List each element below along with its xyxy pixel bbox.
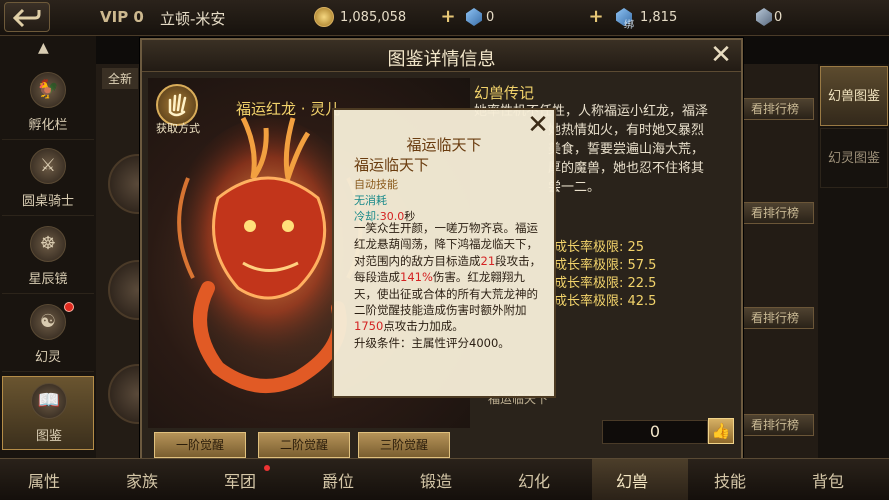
sidebar-item-label: 孵化栏 xyxy=(28,118,68,133)
sidebar-item-label: 星辰镜 xyxy=(28,272,68,287)
skill-tooltip: 福运临天下 ✕ 福运临天下 自动技能 无消耗 冷却:30.0秒 一笑众生开颜，一… xyxy=(332,108,556,398)
mirror-icon: ☸ xyxy=(30,226,66,262)
sidebar-item-hatch[interactable]: 🐓 孵化栏 xyxy=(2,66,94,140)
damage-percent: 141% xyxy=(400,270,433,285)
growth-limit: 成长率极限: 57.5 xyxy=(554,258,657,273)
nav-forge[interactable]: 锻造 xyxy=(420,468,452,492)
growth-limit: 成长率极限: 25 xyxy=(554,240,645,255)
nav-title[interactable]: 爵位 xyxy=(322,468,354,492)
nav-beast[interactable]: 幻兽 xyxy=(616,468,648,492)
hand-icon xyxy=(168,93,187,117)
nav-skills[interactable]: 技能 xyxy=(714,468,746,492)
sidebar-item-spirit[interactable]: ☯ 幻灵 xyxy=(2,298,94,372)
modal-header: 图鉴详情信息 ✕ xyxy=(142,40,741,72)
lore-title: 幻兽传记 xyxy=(474,84,535,102)
skill-description: 一笑众生开颜，一嗟万物齐哀。福运红龙悬葫闯荡，降下鸿福龙临天下，对范围内的敌方目… xyxy=(354,220,542,351)
scroll-up-icon[interactable]: ▲ xyxy=(38,40,49,56)
like-button[interactable]: 👍 xyxy=(708,418,734,444)
gem-amount: 0 xyxy=(486,10,495,25)
awaken-tier-1-button[interactable]: 一阶觉醒 xyxy=(154,432,246,458)
sidebar-item-label: 幻灵 xyxy=(34,350,61,365)
tab-spirit-codex[interactable]: 幻灵图鉴 xyxy=(820,128,888,188)
right-tabs: 幻兽图鉴 幻灵图鉴 xyxy=(818,64,889,458)
nav-bag[interactable]: 背包 xyxy=(812,468,844,492)
tab-beast-codex[interactable]: 幻兽图鉴 xyxy=(820,66,888,126)
spirit-mask-icon: ☯ xyxy=(30,304,66,340)
crystal-icon xyxy=(756,8,772,26)
sidebar-item-label: 图鉴 xyxy=(35,429,62,444)
awaken-tier-2-button[interactable]: 二阶觉醒 xyxy=(258,432,350,458)
bonus-attack: 1750 xyxy=(354,319,384,334)
nav-attributes[interactable]: 属性 xyxy=(28,468,60,492)
rank-button[interactable]: 看排行榜 xyxy=(736,98,814,120)
segment-count: 21 xyxy=(480,253,496,268)
bound-tag: 绑 xyxy=(624,20,634,31)
notification-dot xyxy=(64,302,74,312)
growth-limit: 成长率极限: 42.5 xyxy=(554,294,657,309)
nav-family[interactable]: 家族 xyxy=(126,468,158,492)
acquire-method-label: 获取方式 xyxy=(156,122,200,135)
nav-transform[interactable]: 幻化 xyxy=(518,468,550,492)
rank-button[interactable]: 看排行榜 xyxy=(736,414,814,436)
close-icon[interactable]: ✕ xyxy=(526,112,550,138)
bottom-nav: 属性 家族 军团 爵位 锻造 幻化 幻兽 技能 背包 xyxy=(0,458,889,500)
skill-name: 福运临天下 xyxy=(354,156,430,174)
sidebar-item-label: 圆桌骑士 xyxy=(21,194,74,209)
crossed-swords-icon: ⚔ xyxy=(30,148,66,184)
book-icon: 📖 xyxy=(31,383,67,419)
sidebar-item-knights[interactable]: ⚔ 圆桌骑士 xyxy=(2,142,94,216)
sidebar-item-mirror[interactable]: ☸ 星辰镜 xyxy=(2,220,94,294)
rank-button[interactable]: 看排行榜 xyxy=(736,307,814,329)
pet-name: 福运红龙 · 灵儿 xyxy=(236,100,341,118)
upgrade-condition: 升级条件：主属性评分4000。 xyxy=(354,335,510,350)
skill-cost: 无消耗 xyxy=(354,194,387,207)
close-icon[interactable]: ✕ xyxy=(709,42,733,68)
awaken-tier-3-button[interactable]: 三阶觉醒 xyxy=(358,432,450,458)
skill-type: 自动技能 xyxy=(354,178,398,191)
gem-icon xyxy=(466,8,482,26)
vip-level: VIP 0 xyxy=(100,8,144,26)
bound-gem-amount: 1,815 xyxy=(640,10,678,25)
gold-coin-icon xyxy=(314,7,334,27)
modal-title: 图鉴详情信息 xyxy=(387,49,496,70)
thumbs-up-icon: 👍 xyxy=(711,422,731,440)
rooster-icon: 🐓 xyxy=(30,72,66,108)
sidebar-item-codex[interactable]: 📖 图鉴 xyxy=(2,376,94,450)
top-bar: VIP 0 立顿-米安 1,085,058 + 0 + 绑 1,815 0 xyxy=(0,0,889,36)
new-tab-partial[interactable]: 全新 xyxy=(102,68,139,89)
growth-limit: 成长率极限: 22.5 xyxy=(554,276,657,291)
tooltip-title: 福运临天下 xyxy=(406,136,482,154)
nav-legion[interactable]: 军团 xyxy=(224,468,256,492)
rank-button[interactable]: 看排行榜 xyxy=(736,202,814,224)
add-bound-gem-button[interactable]: + xyxy=(588,8,604,26)
desc-text: 点攻击力加成。 xyxy=(383,319,464,334)
sidebar: ▲ 🐓 孵化栏 ⚔ 圆桌骑士 ☸ 星辰镜 ☯ 幻灵 📖 图鉴 xyxy=(0,36,96,458)
like-count: 0 xyxy=(602,420,708,444)
back-arrow-icon xyxy=(13,8,41,28)
gold-amount: 1,085,058 xyxy=(340,10,407,25)
back-button[interactable] xyxy=(4,2,50,32)
crystal-amount: 0 xyxy=(774,10,783,25)
notification-dot xyxy=(264,465,270,471)
player-name: 立顿-米安 xyxy=(160,10,226,28)
add-gem-button[interactable]: + xyxy=(440,8,456,26)
